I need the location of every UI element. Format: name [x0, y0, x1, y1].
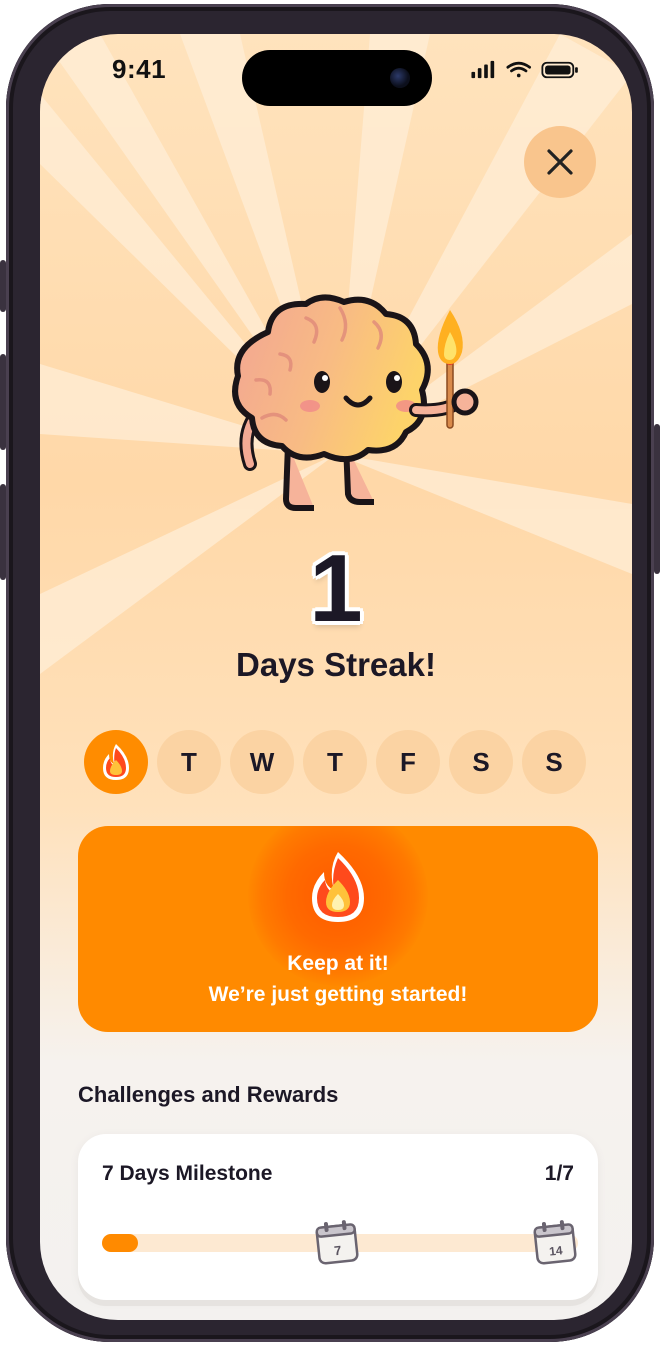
- silent-switch: [0, 260, 6, 312]
- week-tracker: T W T F S S: [84, 730, 588, 794]
- day-bubble: S: [522, 730, 586, 794]
- milestone-progress-fill: [102, 1234, 139, 1252]
- volume-down-button: [0, 484, 6, 580]
- day-bubble: T: [303, 730, 367, 794]
- milestone-count: 1/7: [544, 1162, 574, 1185]
- streak-count: 1: [309, 535, 363, 642]
- banner-message: Keep at it! We’re just getting started!: [78, 948, 598, 1010]
- milestone-card[interactable]: 7 Days Milestone 1/7 7 14: [78, 1134, 598, 1300]
- battery-icon: [541, 61, 578, 79]
- calendar-marker-14: 14: [548, 1243, 563, 1258]
- streak-screen: 9:41 1 Days Streak! T W T F S S Keep at …: [40, 34, 632, 1320]
- encouragement-banner: Keep at it! We’re just getting started!: [78, 826, 598, 1032]
- section-title: Challenges and Rewards: [78, 1082, 339, 1107]
- banner-line-2: We’re just getting started!: [208, 983, 468, 1006]
- wifi-icon: [506, 61, 531, 78]
- status-icons: [471, 60, 578, 79]
- match-stick: [446, 357, 454, 429]
- close-icon: [547, 149, 573, 175]
- dynamic-island: [242, 50, 432, 106]
- phone-frame: 9:41 1 Days Streak! T W T F S S Keep at …: [0, 4, 660, 1342]
- close-button[interactable]: [524, 126, 596, 198]
- calendar-icon: 7: [315, 1220, 359, 1265]
- calendar-marker-7: 7: [333, 1243, 342, 1259]
- day-bubble-monday: [84, 730, 148, 794]
- calendar-icon: 14: [533, 1220, 577, 1265]
- streak-label: Days Streak!: [236, 646, 436, 683]
- volume-up-button: [0, 354, 6, 450]
- signal-icon: [471, 60, 495, 79]
- day-bubble: W: [230, 730, 294, 794]
- milestone-title: 7 Days Milestone: [102, 1162, 273, 1185]
- day-bubble: F: [376, 730, 440, 794]
- fire-icon: [103, 744, 129, 780]
- banner-line-1: Keep at it!: [287, 952, 389, 975]
- camera-icon: [390, 68, 410, 88]
- day-bubble: S: [449, 730, 513, 794]
- day-bubble: T: [157, 730, 221, 794]
- status-time: 9:41: [112, 54, 167, 84]
- fire-icon: [312, 852, 364, 922]
- brain-mascot-illustration: [232, 294, 479, 511]
- power-button: [654, 424, 660, 574]
